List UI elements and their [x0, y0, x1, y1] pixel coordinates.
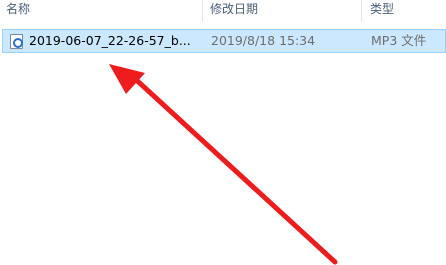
column-header-name[interactable]: 名称 [6, 0, 196, 22]
file-date-modified: 2019/8/18 15:34 [211, 33, 316, 48]
column-header-bar: 名称 修改日期 类型 [0, 0, 446, 24]
file-row[interactable]: 2019-06-07_22-26-57_b... 2019/8/18 15:34… [2, 29, 446, 53]
file-type: MP3 文件 [371, 33, 427, 48]
column-header-type[interactable]: 类型 [370, 0, 446, 22]
audio-file-icon [10, 34, 23, 49]
column-header-date-modified[interactable]: 修改日期 [210, 0, 350, 22]
column-divider[interactable] [361, 0, 362, 22]
column-divider[interactable] [202, 0, 203, 22]
file-explorer-list-view: 名称 修改日期 类型 2019-06-07_22-26-57_b... 2019… [0, 0, 446, 265]
file-name: 2019-06-07_22-26-57_b... [29, 33, 191, 48]
